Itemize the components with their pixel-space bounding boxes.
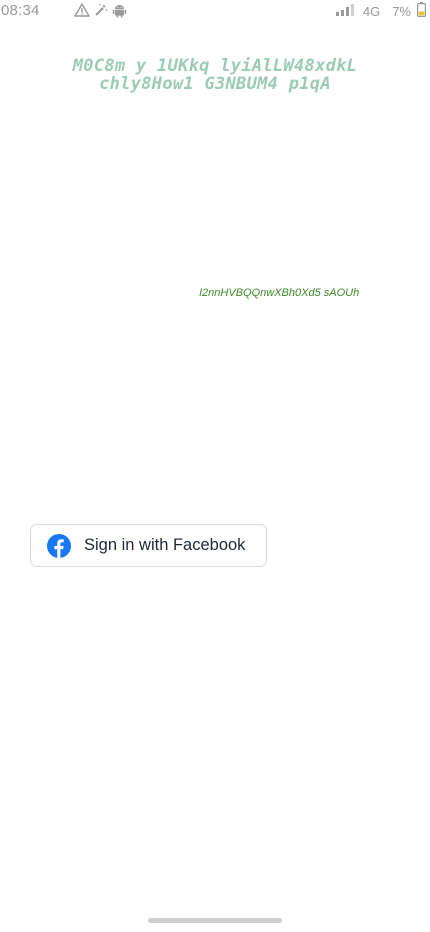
status-bar: 08:34 4G 7% (0, 0, 430, 22)
signal-icon (335, 3, 355, 19)
battery-percent: 7% (392, 3, 411, 19)
warning-icon (74, 3, 90, 17)
screen: 08:34 4G 7% M0C8m y 1UKkq lyiAlLW48xdkL … (0, 0, 430, 932)
title-line-1: M0C8m y 1UKkq lyiAlLW48xdkL (72, 56, 358, 76)
facebook-icon (47, 533, 71, 558)
sign-in-facebook-button[interactable]: Sign in with Facebook (30, 524, 267, 567)
status-notification-icons (74, 2, 127, 18)
android-icon (112, 3, 127, 18)
status-right: 4G 7% (335, 2, 427, 20)
home-indicator[interactable] (148, 918, 282, 923)
facebook-button-label: Sign in with Facebook (84, 536, 246, 554)
status-time: 08:34 (1, 2, 40, 19)
network-type: 4G (362, 3, 381, 19)
title-line-2: chly8How1 G3NBUM4 p1qA (99, 74, 331, 94)
magic-wand-icon (94, 3, 108, 17)
battery-icon (417, 2, 427, 20)
page-title: M0C8m y 1UKkq lyiAlLW48xdkL chly8How1 G3… (0, 57, 430, 93)
subtext: I2nnHVBQQnwXBh0Xd5 sAOUh (199, 287, 360, 299)
